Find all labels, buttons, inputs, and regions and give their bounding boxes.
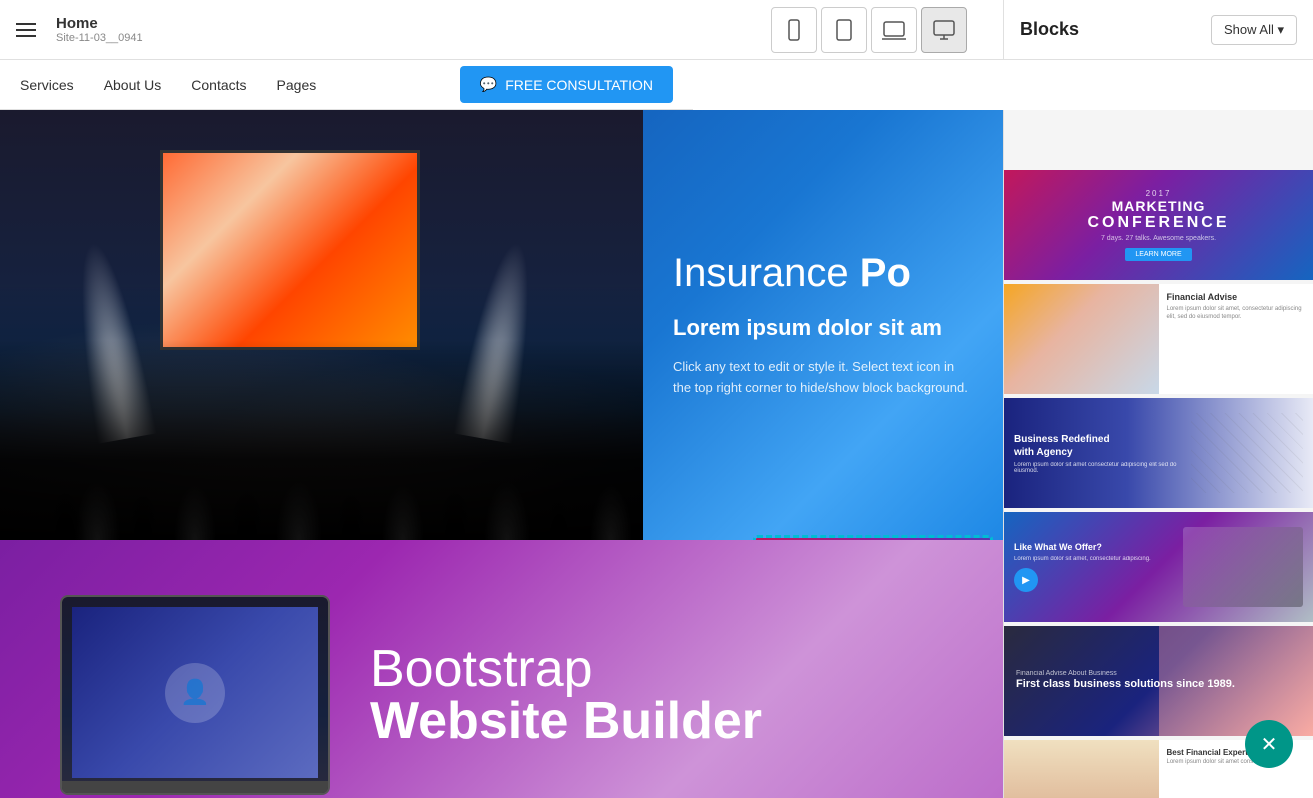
main-layout: Insurance Po Lorem ipsum dolor sit am Cl… [0, 110, 1313, 798]
nav-bar: Services About Us Contacts Pages 💬 FREE … [0, 60, 693, 110]
hero-concert-bg [0, 110, 650, 540]
tablet-device-btn[interactable] [821, 7, 867, 53]
nav-about[interactable]: About Us [104, 77, 162, 93]
block-biz-image [1191, 413, 1303, 493]
laptop-device-btn[interactable] [871, 7, 917, 53]
close-button[interactable]: ✕ [1245, 720, 1293, 768]
block-conf-btn[interactable]: LEARN MORE [1125, 248, 1191, 261]
concert-screen [160, 150, 420, 350]
block-offer-text: Like What We Offer? Lorem ipsum dolor si… [1014, 542, 1183, 593]
block-offer-image [1183, 527, 1303, 607]
top-bar: Home Site-11-03__0941 [0, 0, 1003, 60]
blocks-scroll[interactable]: 2017 MARKETING CONFERENCE 7 days. 27 tal… [1004, 170, 1313, 798]
block-biz-text: Business Redefined with Agency Lorem ips… [1014, 433, 1191, 474]
hero-blue-panel: Insurance Po Lorem ipsum dolor sit am Cl… [643, 110, 1003, 540]
mobile-device-btn[interactable] [771, 7, 817, 53]
drag-preview-card: 2017 MARKETING CONFERENCE 7 days. 27 tal… [753, 535, 993, 540]
site-id: Site-11-03__0941 [56, 32, 143, 44]
show-all-button[interactable]: Show All ▾ [1211, 15, 1297, 45]
block-fc-text: Financial Advise About Business First cl… [1016, 670, 1235, 691]
hero-section: Insurance Po Lorem ipsum dolor sit am Cl… [0, 110, 1003, 540]
play-icon[interactable]: ▶ [1014, 568, 1038, 592]
block-fin-text: Financial Advise Lorem ipsum dolor sit a… [1159, 284, 1313, 394]
blocks-panel-header: Blocks Show All ▾ [1003, 0, 1313, 60]
laptop-image: 👤 [60, 595, 330, 795]
device-icons [771, 7, 967, 53]
purple-section: 👤 Bootstrap Website Builder [0, 540, 1003, 798]
block-offer[interactable]: Like What We Offer? Lorem ipsum dolor si… [1004, 512, 1313, 622]
blocks-panel: 2017 MARKETING CONFERENCE 7 days. 27 tal… [1003, 110, 1313, 798]
free-consultation-btn[interactable]: 💬 FREE CONSULTATION [460, 66, 673, 103]
nav-pages[interactable]: Pages [277, 77, 317, 93]
crowd-silhouette [0, 340, 650, 540]
canvas-area: Insurance Po Lorem ipsum dolor sit am Cl… [0, 110, 1003, 798]
blocks-panel-title: Blocks [1020, 19, 1199, 40]
block-exp-image [1004, 740, 1159, 798]
desktop-device-btn[interactable] [921, 7, 967, 53]
laptop-screen: 👤 [72, 607, 318, 778]
purple-heading: Bootstrap Website Builder [370, 643, 762, 747]
block-financial[interactable]: Financial Advise Lorem ipsum dolor sit a… [1004, 284, 1313, 394]
home-info: Home Site-11-03__0941 [56, 15, 143, 44]
hero-subtitle: Lorem ipsum dolor sit am [673, 315, 973, 341]
hero-body: Click any text to edit or style it. Sele… [673, 357, 973, 399]
hamburger-icon[interactable] [16, 23, 36, 37]
block-fin-image [1004, 284, 1159, 394]
chat-icon: 💬 [480, 76, 497, 93]
block-business[interactable]: Business Redefined with Agency Lorem ips… [1004, 398, 1313, 508]
nav-contacts[interactable]: Contacts [191, 77, 246, 93]
purple-text-block: Bootstrap Website Builder [370, 643, 762, 747]
hero-title: Insurance Po [673, 251, 973, 295]
home-title: Home [56, 15, 143, 32]
person-icon: 👤 [165, 663, 225, 723]
nav-services[interactable]: Services [20, 77, 74, 93]
block-conference[interactable]: 2017 MARKETING CONFERENCE 7 days. 27 tal… [1004, 170, 1313, 280]
drag-preview-inner: 2017 MARKETING CONFERENCE 7 days. 27 tal… [756, 538, 990, 540]
